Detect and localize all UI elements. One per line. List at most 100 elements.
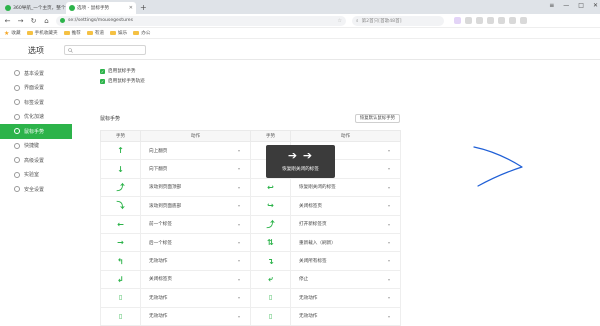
chevron-down-icon[interactable]: ▾ — [238, 258, 240, 263]
chevron-down-icon[interactable]: ▾ — [388, 258, 390, 263]
gesture-down-right-icon: ↪ — [267, 201, 274, 211]
gesture-mouse-icon: ▯ — [268, 312, 273, 320]
gesture-cell: ⤶ — [250, 269, 291, 290]
extension-icon[interactable] — [498, 17, 505, 24]
extension-icon[interactable] — [487, 17, 494, 24]
extension-icons — [454, 17, 527, 24]
action-label: 无效动作 — [149, 259, 168, 265]
chevron-down-icon[interactable]: ▾ — [388, 314, 390, 319]
sidebar-item-basic[interactable]: 基本设置 — [0, 66, 72, 81]
chevron-down-icon[interactable]: ▾ — [238, 166, 240, 171]
chevron-down-icon[interactable]: ▾ — [238, 314, 240, 319]
chevron-down-icon[interactable]: ▾ — [388, 203, 390, 208]
extension-icon[interactable] — [509, 17, 516, 24]
chevron-down-icon[interactable]: ▾ — [238, 295, 240, 300]
chevron-down-icon[interactable]: ▾ — [238, 185, 240, 190]
bookmark-folder[interactable]: 有道 — [86, 30, 104, 36]
tab-icon — [14, 99, 20, 106]
back-icon[interactable]: ← — [4, 17, 11, 25]
action-select[interactable]: 关闭标签页 ▾ — [290, 196, 401, 216]
address-bar[interactable]: se://settings/mousegestures ☆ — [56, 15, 346, 26]
bookmark-folder[interactable]: 推荐 — [63, 30, 81, 36]
checkbox-checked-icon[interactable]: ✓ — [100, 78, 105, 84]
action-label: 向下翻页 — [149, 167, 168, 173]
chevron-down-icon[interactable]: ▾ — [388, 240, 390, 245]
chevron-down-icon[interactable]: ▾ — [388, 148, 390, 153]
gesture-cell: ↰ — [100, 251, 141, 271]
gesture-down-icon: ↓ — [117, 164, 124, 174]
home-icon[interactable]: ⌂ — [43, 17, 50, 25]
action-select[interactable]: 无效动作 ▾ — [290, 288, 401, 308]
new-tab-button[interactable]: + — [136, 2, 151, 14]
sidebar-item-optimize[interactable]: 优化加速 — [0, 110, 72, 125]
enable-trail-option[interactable]: ✓ 启用鼠标手势轨迹 — [100, 76, 400, 86]
minimize-icon[interactable]: — — [563, 2, 569, 9]
action-select[interactable]: 滚动到页面顶部 ▾ — [140, 177, 251, 198]
sidebar-item-label: 安全设置 — [24, 186, 45, 193]
action-select[interactable]: 滚动到页面底部 ▾ — [140, 196, 251, 216]
forward-icon[interactable]: → — [17, 17, 24, 25]
restore-default-gestures-button[interactable]: 恢复默认鼠标手势 — [354, 113, 400, 123]
section-title: 鼠标手势 — [100, 115, 121, 122]
enable-gesture-option[interactable]: ✓ 启用鼠标手势 — [100, 66, 400, 76]
chevron-down-icon[interactable]: ▾ — [388, 277, 390, 282]
menu-icon[interactable]: ≡ — [549, 2, 554, 9]
chevron-down-icon[interactable]: ▾ — [238, 240, 240, 245]
action-select[interactable]: 重新载入（刷新） ▾ — [290, 232, 401, 253]
action-select[interactable]: 打开新标签页 ▾ — [290, 214, 401, 234]
chevron-down-icon[interactable]: ▾ — [388, 295, 390, 300]
chevron-down-icon[interactable]: ▾ — [238, 277, 240, 282]
action-select[interactable]: 关闭标签页 ▾ — [140, 269, 251, 290]
table-row: ↰ 无效动作 ▾ ↴ 关闭所有标签 ▾ — [100, 251, 401, 271]
chevron-down-icon[interactable]: ▾ — [238, 203, 240, 208]
advanced-icon — [14, 157, 20, 164]
action-select[interactable]: 恢复刚关闭的标签 ▾ — [290, 177, 401, 198]
tab-360nav[interactable]: 360导航_一个主页，整个世界 ✕ — [2, 2, 81, 14]
extension-icon[interactable] — [476, 17, 483, 24]
gesture-cell: ↲ — [100, 269, 141, 290]
sidebar-item-lab[interactable]: 实验室 — [0, 168, 72, 183]
action-select[interactable]: 向上翻页 ▾ — [140, 140, 251, 161]
sidebar-item-label: 界面设置 — [24, 85, 45, 92]
restore-icon[interactable]: □ — [578, 2, 584, 9]
chevron-down-icon[interactable]: ▾ — [388, 166, 390, 171]
sidebar-item-tabs[interactable]: 标签设置 — [0, 95, 72, 110]
chevron-down-icon[interactable]: ▾ — [388, 185, 390, 190]
sidebar-item-interface[interactable]: 界面设置 — [0, 81, 72, 96]
bookmark-star-icon[interactable]: ☆ — [338, 18, 342, 24]
folder-icon — [26, 30, 33, 36]
extension-icon[interactable] — [454, 17, 461, 24]
sidebar-item-mouse-gestures[interactable]: 鼠标手势 — [0, 124, 72, 139]
option-label: 启用鼠标手势 — [108, 69, 136, 74]
reload-icon[interactable]: ↻ — [30, 17, 37, 25]
close-icon[interactable]: ✕ — [129, 5, 133, 11]
action-label: 滚动到页面顶部 — [149, 185, 182, 191]
action-select[interactable]: 无效动作 ▾ — [140, 251, 251, 271]
action-label: 滚动到页面底部 — [149, 203, 182, 209]
extension-icon[interactable] — [465, 17, 472, 24]
bookmark-folder[interactable]: 手机收藏夹 — [26, 30, 58, 36]
bookmark-favorites[interactable]: ★ 收藏 — [4, 30, 21, 37]
browser-search[interactable]: ⌕ 第2首只[首歌48首] — [352, 15, 444, 26]
chevron-down-icon[interactable]: ▾ — [238, 222, 240, 227]
action-select[interactable]: 无效动作 ▾ — [140, 288, 251, 308]
window-close-icon[interactable]: ✕ — [593, 2, 598, 9]
action-select[interactable]: 关闭所有标签 ▾ — [290, 251, 401, 271]
sidebar-item-advanced[interactable]: 高级设置 — [0, 153, 72, 168]
tab-options[interactable]: 选项 - 鼠标手势 ✕ — [66, 2, 136, 14]
sidebar-item-security[interactable]: 安全设置 — [0, 182, 72, 197]
action-select[interactable]: 向下翻页 ▾ — [140, 159, 251, 179]
checkbox-checked-icon[interactable]: ✓ — [100, 68, 105, 74]
chevron-down-icon[interactable]: ▾ — [238, 148, 240, 153]
settings-sidebar: 基本设置 界面设置 标签设置 优化加速 鼠标手势 快捷键 高级设置 实验室 安全… — [0, 66, 72, 197]
bookmark-label: 办公 — [141, 31, 151, 36]
extension-icon[interactable] — [520, 17, 527, 24]
action-select[interactable]: 停止 ▾ — [290, 269, 401, 290]
action-select[interactable]: 前一个标签 ▾ — [140, 214, 251, 234]
settings-search-input[interactable] — [64, 45, 146, 55]
bookmark-folder[interactable]: 办公 — [133, 30, 150, 36]
sidebar-item-shortcuts[interactable]: 快捷键 — [0, 139, 72, 154]
action-select[interactable]: 后一个标签 ▾ — [140, 232, 251, 253]
chevron-down-icon[interactable]: ▾ — [388, 222, 390, 227]
bookmark-folder[interactable]: 娱乐 — [109, 30, 127, 36]
